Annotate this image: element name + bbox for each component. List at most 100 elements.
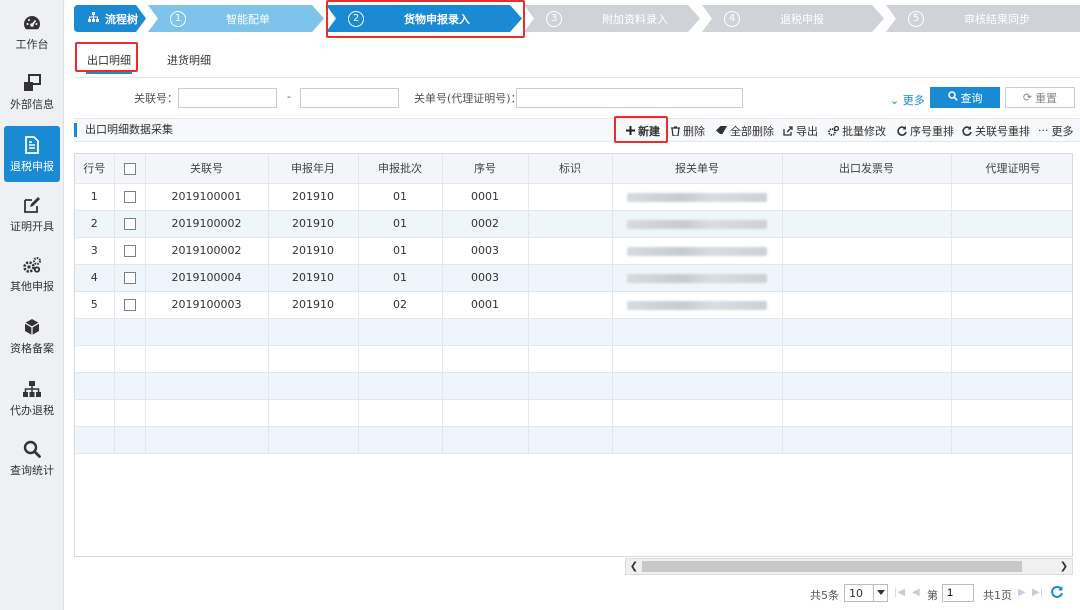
step-1[interactable]: 1 智能配单 bbox=[148, 5, 324, 32]
page-size-select[interactable]: 10 bbox=[844, 584, 888, 602]
filter-bar: 关联号： - 关单号(代理证明号)： ⌄ 更多 查询 ⟳ 重置 bbox=[74, 86, 1080, 110]
sidebar-item-external-info[interactable]: 外部信息 bbox=[0, 64, 64, 120]
cell-period: 201910 bbox=[268, 264, 359, 292]
step-number: 1 bbox=[170, 10, 186, 27]
column-header-link-no[interactable]: 关联号 bbox=[145, 154, 269, 184]
export-detail-table[interactable]: 行号 关联号 申报年月 申报批次 序号 标识 报关单号 出口发票号 代理证明号 … bbox=[74, 153, 1073, 557]
step-number: 4 bbox=[724, 10, 740, 27]
filter-more-link[interactable]: ⌄ 更多 bbox=[890, 92, 925, 108]
cell-batch: 01 bbox=[358, 237, 443, 265]
table-row[interactable]: 1 2019100001 201910 01 0001 bbox=[75, 183, 1072, 211]
link-no-start-input[interactable] bbox=[178, 88, 277, 108]
row-checkbox[interactable] bbox=[123, 272, 136, 284]
step-root-flow-tree[interactable]: 流程树 bbox=[74, 5, 146, 32]
trash-icon bbox=[671, 125, 680, 136]
sidebar-item-label: 查询统计 bbox=[10, 463, 54, 477]
scroll-right-arrow-icon[interactable]: ❯ bbox=[1056, 559, 1072, 574]
cell-customs-no bbox=[612, 183, 783, 211]
cell-customs-no bbox=[612, 264, 783, 292]
reset-button[interactable]: ⟳ 重置 bbox=[1005, 87, 1075, 108]
next-page-icon[interactable]: ▶ bbox=[1018, 587, 1026, 598]
flow-tree-icon bbox=[88, 12, 99, 25]
delete-all-button[interactable]: 全部删除 bbox=[716, 122, 774, 139]
tab-purchase-detail[interactable]: 进货明细 bbox=[164, 48, 214, 74]
customs-no-input[interactable] bbox=[516, 88, 743, 108]
step-3[interactable]: 3 附加资料录入 bbox=[524, 5, 700, 32]
query-button[interactable]: 查询 bbox=[930, 87, 1000, 108]
new-button[interactable]: 新建 bbox=[626, 122, 660, 139]
tab-export-detail[interactable]: 出口明细 bbox=[86, 48, 132, 74]
sidebar-item-certificate[interactable]: 证明开具 bbox=[0, 186, 64, 242]
sidebar: 工作台 外部信息 退税申报 证明开具 其他申报 资格备案 代办退税 查询统计 bbox=[0, 0, 64, 610]
export-label: 导出 bbox=[796, 124, 818, 138]
delete-all-label: 全部删除 bbox=[730, 124, 774, 138]
sidebar-item-tax-refund[interactable]: 退税申报 bbox=[4, 126, 60, 182]
query-label: 查询 bbox=[960, 92, 983, 105]
refresh-icon[interactable] bbox=[1050, 585, 1064, 602]
last-page-icon[interactable]: ▶| bbox=[1032, 587, 1043, 598]
column-header-batch[interactable]: 申报批次 bbox=[358, 154, 443, 184]
sidebar-item-qualification[interactable]: 资格备案 bbox=[0, 308, 64, 364]
cell-customs-no bbox=[612, 210, 783, 238]
redacted-value bbox=[627, 246, 767, 256]
sidebar-item-query-stats[interactable]: 查询统计 bbox=[0, 430, 64, 486]
first-page-icon[interactable]: |◀ bbox=[894, 587, 905, 598]
scroll-left-arrow-icon[interactable]: ❮ bbox=[626, 559, 642, 574]
step-number: 5 bbox=[908, 10, 924, 27]
cell-seq: 0001 bbox=[442, 183, 529, 211]
column-header-period[interactable]: 申报年月 bbox=[268, 154, 359, 184]
row-checkbox[interactable] bbox=[123, 299, 136, 311]
table-horizontal-scrollbar[interactable]: ❮ ❯ bbox=[625, 558, 1073, 575]
cell-period: 201910 bbox=[268, 291, 359, 319]
prev-page-icon[interactable]: ◀ bbox=[912, 587, 920, 598]
cell-period: 201910 bbox=[268, 210, 359, 238]
pagination: 共5条 10 |◀ ◀ 第 共1页 ▶ ▶| bbox=[74, 582, 1080, 604]
table-row[interactable]: 5 2019100003 201910 02 0001 bbox=[75, 291, 1072, 319]
column-header-seq[interactable]: 序号 bbox=[442, 154, 529, 184]
toolbar-more-button[interactable]: ··· 更多 bbox=[1038, 122, 1074, 139]
column-header-agent-cert-no[interactable]: 代理证明号 bbox=[951, 154, 1072, 184]
sidebar-item-other-declare[interactable]: 其他申报 bbox=[0, 246, 64, 302]
delete-label: 删除 bbox=[683, 124, 705, 138]
table-row[interactable]: 2 2019100002 201910 01 0002 bbox=[75, 210, 1072, 238]
step-2-active[interactable]: 2 货物申报录入 bbox=[326, 5, 522, 32]
cell-select bbox=[114, 291, 146, 319]
column-header-invoice-no[interactable]: 出口发票号 bbox=[782, 154, 952, 184]
column-header-select[interactable] bbox=[114, 154, 146, 184]
step-5[interactable]: 5 审核结果同步 bbox=[886, 5, 1080, 32]
scroll-thumb[interactable] bbox=[642, 561, 1022, 572]
row-checkbox[interactable] bbox=[123, 245, 136, 257]
external-info-icon bbox=[22, 73, 42, 93]
row-checkbox[interactable] bbox=[123, 191, 136, 203]
row-checkbox[interactable] bbox=[123, 218, 136, 230]
column-header-row-no[interactable]: 行号 bbox=[75, 154, 115, 184]
org-tree-icon bbox=[22, 379, 42, 399]
link-no-end-input[interactable] bbox=[300, 88, 399, 108]
eraser-icon bbox=[716, 126, 727, 135]
sidebar-item-workbench[interactable]: 工作台 bbox=[0, 4, 64, 60]
refresh-icon: ⟳ bbox=[1022, 92, 1033, 104]
cell-seq: 0002 bbox=[442, 210, 529, 238]
cell-row-no: 3 bbox=[75, 237, 115, 265]
table-row[interactable]: 4 2019100004 201910 01 0003 bbox=[75, 264, 1072, 292]
refresh-icon bbox=[897, 125, 907, 136]
reorder-seq-button[interactable]: 序号重排 bbox=[897, 122, 954, 139]
cell-batch: 01 bbox=[358, 264, 443, 292]
select-all-checkbox[interactable] bbox=[123, 162, 136, 175]
sidebar-item-agent-refund[interactable]: 代办退税 bbox=[0, 370, 64, 426]
column-header-flag[interactable]: 标识 bbox=[528, 154, 613, 184]
cell-agent-cert-no bbox=[951, 237, 1072, 265]
page-number-input[interactable] bbox=[942, 584, 974, 602]
cell-flag bbox=[528, 183, 613, 211]
step-number: 3 bbox=[546, 10, 562, 27]
step-4[interactable]: 4 退税申报 bbox=[702, 5, 884, 32]
filter-more-label: 更多 bbox=[902, 94, 925, 107]
reorder-link-button[interactable]: 关联号重排 bbox=[962, 122, 1030, 139]
export-button[interactable]: 导出 bbox=[783, 122, 818, 139]
batch-edit-button[interactable]: 批量修改 bbox=[828, 122, 886, 139]
column-header-customs-no[interactable]: 报关单号 bbox=[612, 154, 783, 184]
delete-button[interactable]: 删除 bbox=[671, 122, 705, 139]
reorder-link-label: 关联号重排 bbox=[975, 124, 1030, 138]
redacted-value bbox=[627, 192, 767, 202]
table-row[interactable]: 3 2019100002 201910 01 0003 bbox=[75, 237, 1072, 265]
